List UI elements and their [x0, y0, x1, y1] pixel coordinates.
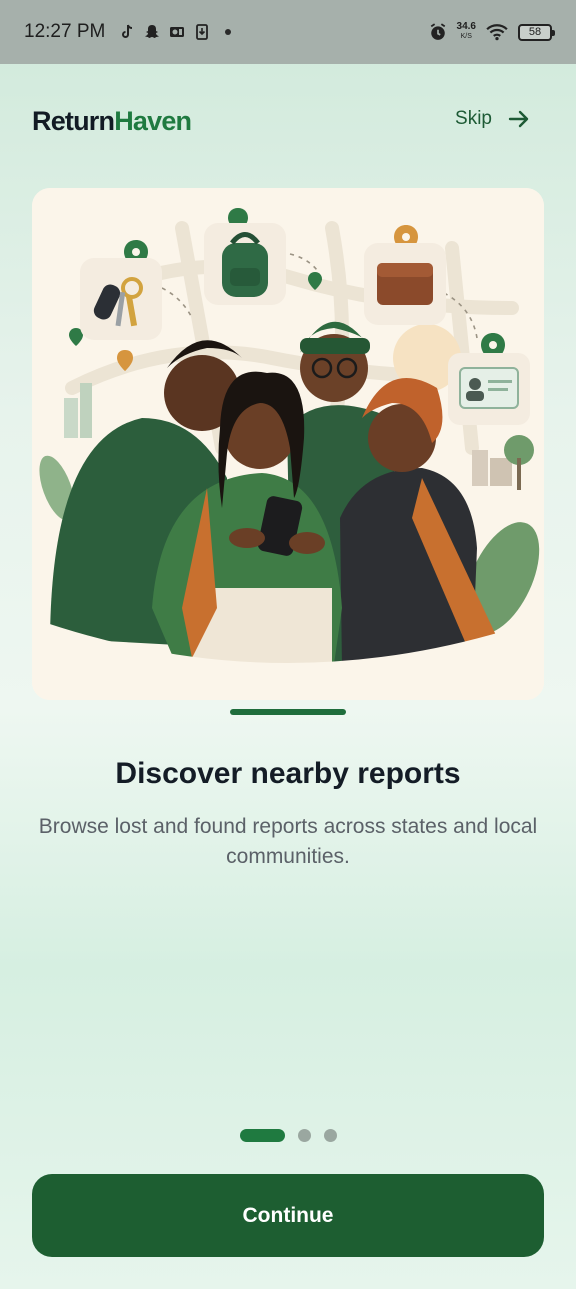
logo-part-1: Return — [32, 106, 115, 136]
app-logo: ReturnHaven — [32, 106, 192, 137]
slide-progress-bar — [230, 709, 346, 715]
logo-part-2: Haven — [114, 106, 192, 136]
onboarding-illustration — [32, 188, 544, 700]
continue-button[interactable]: Continue — [32, 1174, 544, 1257]
network-speed-value: 34.6 — [456, 21, 476, 32]
skip-label: Skip — [455, 108, 492, 129]
tiktok-icon — [122, 24, 133, 38]
snapchat-icon — [145, 25, 160, 38]
page-dot-2[interactable] — [298, 1129, 311, 1142]
battery-level: 58 — [528, 26, 542, 38]
status-bar: 12:27 PM 34.6 K/S 58 — [0, 0, 576, 64]
page-indicator — [240, 1129, 337, 1142]
page-dot-3[interactable] — [324, 1129, 337, 1142]
slide-description: Browse lost and found reports across sta… — [38, 815, 538, 868]
network-speed: 34.6 K/S — [457, 22, 476, 42]
status-time: 12:27 PM — [24, 21, 106, 42]
system-icons: 34.6 K/S 58 — [429, 22, 555, 42]
download-icon — [196, 24, 209, 40]
alarm-icon — [430, 23, 445, 40]
skip-button[interactable]: Skip — [455, 108, 530, 130]
notification-icons — [119, 24, 232, 40]
illustration-graphic — [32, 188, 544, 700]
more-notifications-dot — [225, 29, 232, 35]
network-speed-unit: K/S — [460, 33, 472, 40]
arrow-right-icon — [508, 110, 529, 128]
battery-icon: 58 — [518, 23, 555, 41]
slide-title: Discover nearby reports — [115, 757, 461, 790]
page-dot-1[interactable] — [240, 1129, 285, 1142]
wifi-icon — [486, 24, 508, 41]
outlook-icon — [170, 27, 185, 37]
